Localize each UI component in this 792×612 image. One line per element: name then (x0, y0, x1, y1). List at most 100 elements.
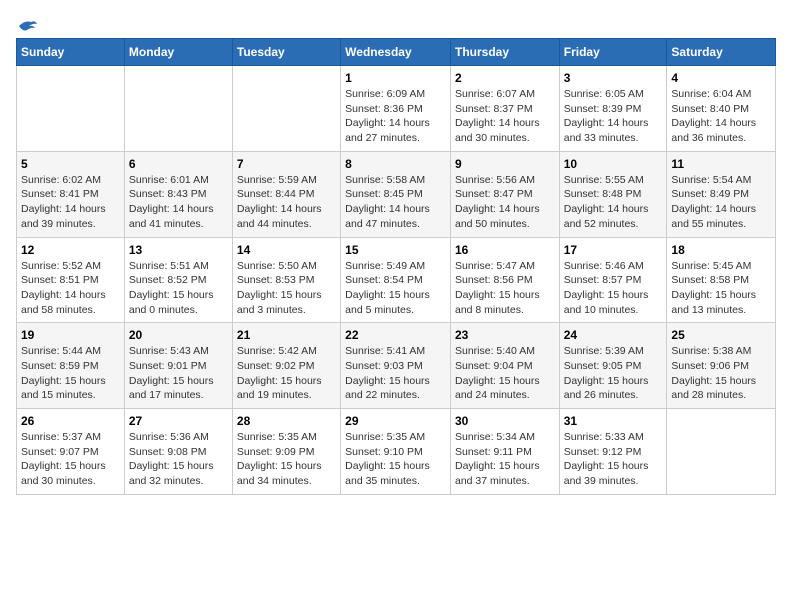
day-number: 15 (345, 243, 446, 257)
day-header-monday: Monday (124, 39, 232, 66)
day-number: 18 (671, 243, 771, 257)
day-info: Sunrise: 5:47 AM Sunset: 8:56 PM Dayligh… (455, 259, 555, 318)
day-info: Sunrise: 5:34 AM Sunset: 9:11 PM Dayligh… (455, 430, 555, 489)
calendar-cell: 27Sunrise: 5:36 AM Sunset: 9:08 PM Dayli… (124, 409, 232, 495)
calendar-cell: 31Sunrise: 5:33 AM Sunset: 9:12 PM Dayli… (559, 409, 667, 495)
calendar-cell: 30 Sunrise: 5:34 AM Sunset: 9:11 PM Dayli… (450, 409, 559, 495)
day-number: 16 (455, 243, 555, 257)
day-info: Sunrise: 5:56 AM Sunset: 8:47 PM Dayligh… (455, 173, 555, 232)
day-header-wednesday: Wednesday (341, 39, 451, 66)
day-info: Sunrise: 5:55 AM Sunset: 8:48 PM Dayligh… (564, 173, 663, 232)
calendar-cell: 11Sunrise: 5:54 AM Sunset: 8:49 PM Dayli… (667, 151, 776, 237)
week-row-3: 12Sunrise: 5:52 AM Sunset: 8:51 PM Dayli… (17, 237, 776, 323)
day-number: 26 (21, 414, 120, 428)
day-info: Sunrise: 6:07 AM Sunset: 8:37 PM Dayligh… (455, 87, 555, 146)
calendar-cell: 4 Sunrise: 6:04 AM Sunset: 8:40 PM Daylig… (667, 66, 776, 152)
day-info: Sunrise: 5:45 AM Sunset: 8:58 PM Dayligh… (671, 259, 771, 318)
calendar-cell: 17 Sunrise: 5:46 AM Sunset: 8:57 PM Dayli… (559, 237, 667, 323)
day-number: 24 (564, 328, 663, 342)
calendar-cell: 14 Sunrise: 5:50 AM Sunset: 8:53 PM Dayli… (232, 237, 340, 323)
day-info: Sunrise: 6:04 AM Sunset: 8:40 PM Dayligh… (671, 87, 771, 146)
week-row-2: 5 Sunrise: 6:02 AM Sunset: 8:41 PM Daylig… (17, 151, 776, 237)
calendar-cell: 23Sunrise: 5:40 AM Sunset: 9:04 PM Dayli… (450, 323, 559, 409)
day-number: 21 (237, 328, 336, 342)
day-info: Sunrise: 6:02 AM Sunset: 8:41 PM Dayligh… (21, 173, 120, 232)
calendar-cell: 5 Sunrise: 6:02 AM Sunset: 8:41 PM Daylig… (17, 151, 125, 237)
day-number: 3 (564, 71, 663, 85)
day-info: Sunrise: 5:42 AM Sunset: 9:02 PM Dayligh… (237, 344, 336, 403)
calendar-cell: 16 Sunrise: 5:47 AM Sunset: 8:56 PM Dayli… (450, 237, 559, 323)
calendar-cell: 18 Sunrise: 5:45 AM Sunset: 8:58 PM Dayli… (667, 237, 776, 323)
calendar-cell: 1 Sunrise: 6:09 AM Sunset: 8:36 PM Daylig… (341, 66, 451, 152)
day-info: Sunrise: 5:43 AM Sunset: 9:01 PM Dayligh… (129, 344, 228, 403)
day-info: Sunrise: 5:59 AM Sunset: 8:44 PM Dayligh… (237, 173, 336, 232)
day-info: Sunrise: 6:09 AM Sunset: 8:36 PM Dayligh… (345, 87, 446, 146)
day-number: 30 (455, 414, 555, 428)
logo-bird-icon (17, 18, 39, 34)
calendar-cell: 29 Sunrise: 5:35 AM Sunset: 9:10 PM Dayli… (341, 409, 451, 495)
calendar-cell: 6 Sunrise: 6:01 AM Sunset: 8:43 PM Daylig… (124, 151, 232, 237)
day-number: 5 (21, 157, 120, 171)
day-number: 13 (129, 243, 228, 257)
calendar-cell: 12Sunrise: 5:52 AM Sunset: 8:51 PM Dayli… (17, 237, 125, 323)
week-row-4: 19 Sunrise: 5:44 AM Sunset: 8:59 PM Dayli… (17, 323, 776, 409)
day-info: Sunrise: 5:51 AM Sunset: 8:52 PM Dayligh… (129, 259, 228, 318)
day-number: 14 (237, 243, 336, 257)
week-row-5: 26 Sunrise: 5:37 AM Sunset: 9:07 PM Dayli… (17, 409, 776, 495)
calendar-cell: 20 Sunrise: 5:43 AM Sunset: 9:01 PM Dayli… (124, 323, 232, 409)
day-info: Sunrise: 5:33 AM Sunset: 9:12 PM Dayligh… (564, 430, 663, 489)
day-header-thursday: Thursday (450, 39, 559, 66)
calendar-cell: 21 Sunrise: 5:42 AM Sunset: 9:02 PM Dayli… (232, 323, 340, 409)
day-info: Sunrise: 5:35 AM Sunset: 9:10 PM Dayligh… (345, 430, 446, 489)
day-info: Sunrise: 5:50 AM Sunset: 8:53 PM Dayligh… (237, 259, 336, 318)
week-row-1: 1 Sunrise: 6:09 AM Sunset: 8:36 PM Daylig… (17, 66, 776, 152)
calendar-cell (17, 66, 125, 152)
day-number: 8 (345, 157, 446, 171)
day-number: 28 (237, 414, 336, 428)
calendar-cell: 3 Sunrise: 6:05 AM Sunset: 8:39 PM Daylig… (559, 66, 667, 152)
calendar-cell (232, 66, 340, 152)
day-number: 1 (345, 71, 446, 85)
day-info: Sunrise: 5:49 AM Sunset: 8:54 PM Dayligh… (345, 259, 446, 318)
calendar-cell: 28 Sunrise: 5:35 AM Sunset: 9:09 PM Dayli… (232, 409, 340, 495)
day-header-sunday: Sunday (17, 39, 125, 66)
day-number: 27 (129, 414, 228, 428)
day-info: Sunrise: 5:39 AM Sunset: 9:05 PM Dayligh… (564, 344, 663, 403)
day-header-saturday: Saturday (667, 39, 776, 66)
day-info: Sunrise: 5:44 AM Sunset: 8:59 PM Dayligh… (21, 344, 120, 403)
calendar-cell: 19 Sunrise: 5:44 AM Sunset: 8:59 PM Dayli… (17, 323, 125, 409)
calendar-cell: 7 Sunrise: 5:59 AM Sunset: 8:44 PM Daylig… (232, 151, 340, 237)
day-info: Sunrise: 6:01 AM Sunset: 8:43 PM Dayligh… (129, 173, 228, 232)
day-info: Sunrise: 5:54 AM Sunset: 8:49 PM Dayligh… (671, 173, 771, 232)
header (16, 16, 776, 30)
day-number: 6 (129, 157, 228, 171)
day-number: 20 (129, 328, 228, 342)
day-info: Sunrise: 5:37 AM Sunset: 9:07 PM Dayligh… (21, 430, 120, 489)
day-number: 4 (671, 71, 771, 85)
calendar-cell: 24 Sunrise: 5:39 AM Sunset: 9:05 PM Dayli… (559, 323, 667, 409)
logo (16, 16, 39, 30)
calendar-cell: 25Sunrise: 5:38 AM Sunset: 9:06 PM Dayli… (667, 323, 776, 409)
day-number: 19 (21, 328, 120, 342)
day-info: Sunrise: 5:35 AM Sunset: 9:09 PM Dayligh… (237, 430, 336, 489)
day-number: 22 (345, 328, 446, 342)
calendar-cell (124, 66, 232, 152)
day-number: 25 (671, 328, 771, 342)
calendar-cell: 10 Sunrise: 5:55 AM Sunset: 8:48 PM Dayli… (559, 151, 667, 237)
day-header-friday: Friday (559, 39, 667, 66)
day-number: 29 (345, 414, 446, 428)
day-number: 17 (564, 243, 663, 257)
day-number: 9 (455, 157, 555, 171)
calendar-cell: 8Sunrise: 5:58 AM Sunset: 8:45 PM Daylig… (341, 151, 451, 237)
calendar-table: SundayMondayTuesdayWednesdayThursdayFrid… (16, 38, 776, 495)
days-header-row: SundayMondayTuesdayWednesdayThursdayFrid… (17, 39, 776, 66)
day-number: 2 (455, 71, 555, 85)
day-number: 10 (564, 157, 663, 171)
day-info: Sunrise: 5:46 AM Sunset: 8:57 PM Dayligh… (564, 259, 663, 318)
day-number: 7 (237, 157, 336, 171)
day-number: 12 (21, 243, 120, 257)
day-info: Sunrise: 5:40 AM Sunset: 9:04 PM Dayligh… (455, 344, 555, 403)
day-info: Sunrise: 5:41 AM Sunset: 9:03 PM Dayligh… (345, 344, 446, 403)
calendar-cell: 22 Sunrise: 5:41 AM Sunset: 9:03 PM Dayli… (341, 323, 451, 409)
day-info: Sunrise: 6:05 AM Sunset: 8:39 PM Dayligh… (564, 87, 663, 146)
